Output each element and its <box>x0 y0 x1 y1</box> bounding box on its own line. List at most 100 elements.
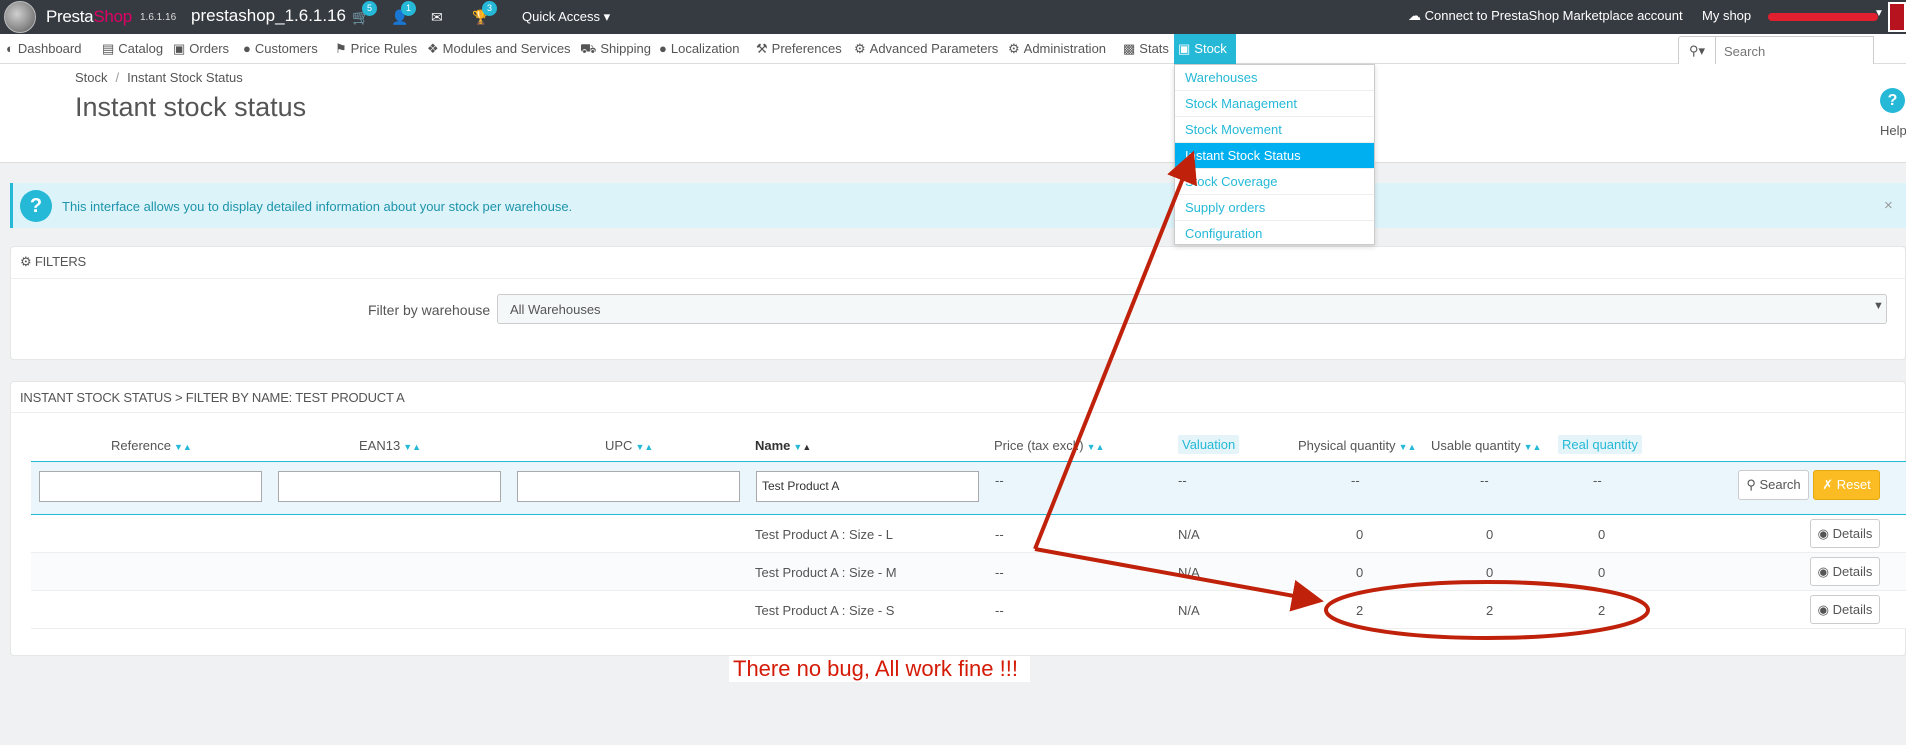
sort-icon[interactable]: ▼▲ <box>1087 442 1105 452</box>
details-button[interactable]: ◉ Details <box>1810 519 1880 548</box>
nav-label: Localization <box>670 41 740 56</box>
sort-icon[interactable]: ▼▲ <box>793 442 811 452</box>
valuation-cell: N/A <box>1178 565 1200 580</box>
nav-preferences[interactable]: ⚒ Preferences <box>752 34 846 64</box>
submenu-stock-management[interactable]: Stock Management <box>1175 91 1374 117</box>
submenu-warehouses[interactable]: Warehouses <box>1175 65 1374 91</box>
search-button[interactable]: ⚲ Search <box>1738 470 1809 500</box>
column-name[interactable]: Name ▼▲ <box>755 438 811 453</box>
nav-catalog[interactable]: ▤ Catalog <box>98 34 167 64</box>
nav-label: Administration <box>1023 41 1107 56</box>
close-icon[interactable]: × <box>1884 197 1893 214</box>
nav-customers[interactable]: ● Customers <box>239 34 322 64</box>
sort-icon[interactable]: ▼▲ <box>1524 442 1542 452</box>
eye-icon: ◉ <box>1817 602 1829 617</box>
nav-orders[interactable]: ▣ Orders <box>169 34 233 64</box>
caret-down-icon[interactable]: ▼ <box>1874 8 1884 19</box>
marketplace-link[interactable]: ☁ Connect to PrestaShop Marketplace acco… <box>1408 8 1683 24</box>
search-type-button[interactable]: ⚲▾ <box>1678 36 1716 66</box>
trophy-badge: 3 <box>482 1 497 16</box>
submenu-instant-stock-status[interactable]: Instant Stock Status <box>1175 143 1374 169</box>
messages-notification[interactable]: ✉ <box>431 9 443 26</box>
dashboard-icon: ◐ <box>6 41 14 56</box>
real-quantity-cell: 0 <box>1598 527 1606 542</box>
submenu-stock-movement[interactable]: Stock Movement <box>1175 117 1374 143</box>
details-button[interactable]: ◉ Details <box>1810 557 1880 586</box>
help-icon[interactable]: ? <box>1880 88 1905 113</box>
warehouse-filter-label: Filter by warehouse <box>368 302 491 318</box>
my-shop-link[interactable]: My shop <box>1702 8 1751 23</box>
main-menu: ◐ Dashboard ▤ Catalog ▣ Orders ● Customers ⚑… <box>0 34 1906 64</box>
column-label: EAN13 <box>359 438 401 453</box>
trophy-notification[interactable]: 🏆 3 <box>472 1 497 26</box>
nav-administration[interactable]: ⚙ Administration <box>1004 34 1110 64</box>
filter-reference-input[interactable] <box>39 471 262 502</box>
prestashop-logo[interactable] <box>4 1 36 33</box>
book-icon: ▤ <box>102 41 115 56</box>
price-cell: -- <box>995 603 1004 618</box>
filters-heading-label: FILTERS <box>34 254 86 269</box>
orders-badge: 5 <box>362 1 377 16</box>
cloud-icon: ☁ <box>1408 8 1421 23</box>
nav-price-rules[interactable]: ⚑ Price Rules <box>331 34 421 64</box>
column-upc[interactable]: UPC ▼▲ <box>605 438 653 453</box>
sort-icon[interactable]: ▼▲ <box>635 442 653 452</box>
search-icon: ⚲ <box>1746 477 1756 492</box>
column-usable-quantity[interactable]: Usable quantity ▼▲ <box>1431 438 1541 453</box>
help-label[interactable]: Help <box>1880 123 1906 138</box>
column-reference[interactable]: Reference ▼▲ <box>111 438 192 453</box>
column-label: Price (tax excl.) <box>994 438 1084 453</box>
quick-access-menu[interactable]: Quick Access ▾ <box>522 9 610 25</box>
reset-button[interactable]: ✗ Reset <box>1813 470 1880 500</box>
valuation-cell: N/A <box>1178 603 1200 618</box>
nav-shipping[interactable]: ⛟ Shipping <box>576 34 655 64</box>
orders-notification[interactable]: 🛒 5 <box>352 1 377 26</box>
customers-notification[interactable]: 👤 1 <box>391 1 416 26</box>
header-search-input[interactable] <box>1716 36 1874 66</box>
nav-dashboard[interactable]: ◐ Dashboard <box>2 34 85 64</box>
employee-name-redacted[interactable] <box>1768 13 1878 21</box>
filter-ean13-input[interactable] <box>278 471 501 502</box>
column-ean13[interactable]: EAN13 ▼▲ <box>359 438 421 453</box>
nav-modules[interactable]: ❖ Modules and Services <box>423 34 575 64</box>
wrench-icon: ⚒ <box>756 41 768 56</box>
filter-upc-input[interactable] <box>517 471 740 502</box>
envelope-icon: ✉ <box>431 9 443 25</box>
brand-name[interactable]: PrestaShop <box>46 7 132 27</box>
divider <box>10 278 1906 279</box>
filter-valuation-empty: -- <box>1178 473 1187 488</box>
breadcrumb-parent[interactable]: Stock <box>75 70 108 85</box>
search-icon: ⚲ <box>1688 43 1699 58</box>
bar-chart-icon: ▩ <box>1123 41 1136 56</box>
details-button[interactable]: ◉ Details <box>1810 595 1880 624</box>
submenu-supply-orders[interactable]: Supply orders <box>1175 195 1374 221</box>
avatar[interactable] <box>1888 2 1906 32</box>
sort-icon[interactable]: ▼▲ <box>174 442 192 452</box>
column-price[interactable]: Price (tax excl.) ▼▲ <box>994 438 1104 453</box>
nav-label: Orders <box>189 41 230 56</box>
column-label: Usable quantity <box>1431 438 1521 453</box>
physical-quantity-cell: 0 <box>1356 565 1364 580</box>
sort-icon[interactable]: ▼▲ <box>403 442 421 452</box>
nav-label: Dashboard <box>17 41 82 56</box>
stock-submenu: Warehouses Stock Management Stock Moveme… <box>1174 64 1375 245</box>
sort-icon[interactable]: ▼▲ <box>1399 442 1417 452</box>
details-label: Details <box>1832 564 1873 579</box>
shop-name-link[interactable]: prestashop_1.6.1.16 <box>191 6 346 26</box>
submenu-configuration[interactable]: Configuration <box>1175 221 1374 247</box>
puzzle-icon: ❖ <box>427 41 439 56</box>
nav-stock[interactable]: ▣ Stock <box>1174 34 1236 64</box>
nav-localization[interactable]: ● Localization <box>655 34 744 64</box>
price-cell: -- <box>995 527 1004 542</box>
column-physical-quantity[interactable]: Physical quantity ▼▲ <box>1298 438 1416 453</box>
warehouse-select[interactable] <box>497 294 1887 324</box>
product-name: Test Product A : Size - S <box>755 603 895 618</box>
nav-advanced-parameters[interactable]: ⚙ Advanced Parameters <box>850 34 1002 64</box>
submenu-stock-coverage[interactable]: Stock Coverage <box>1175 169 1374 195</box>
eye-icon: ◉ <box>1817 564 1829 579</box>
nav-stats[interactable]: ▩ Stats <box>1119 34 1173 64</box>
filter-name-input[interactable]: Test Product A <box>756 471 979 502</box>
filter-physical-empty: -- <box>1351 473 1360 488</box>
users-icon: ● <box>243 41 251 56</box>
stock-icon: ▣ <box>1178 41 1191 56</box>
